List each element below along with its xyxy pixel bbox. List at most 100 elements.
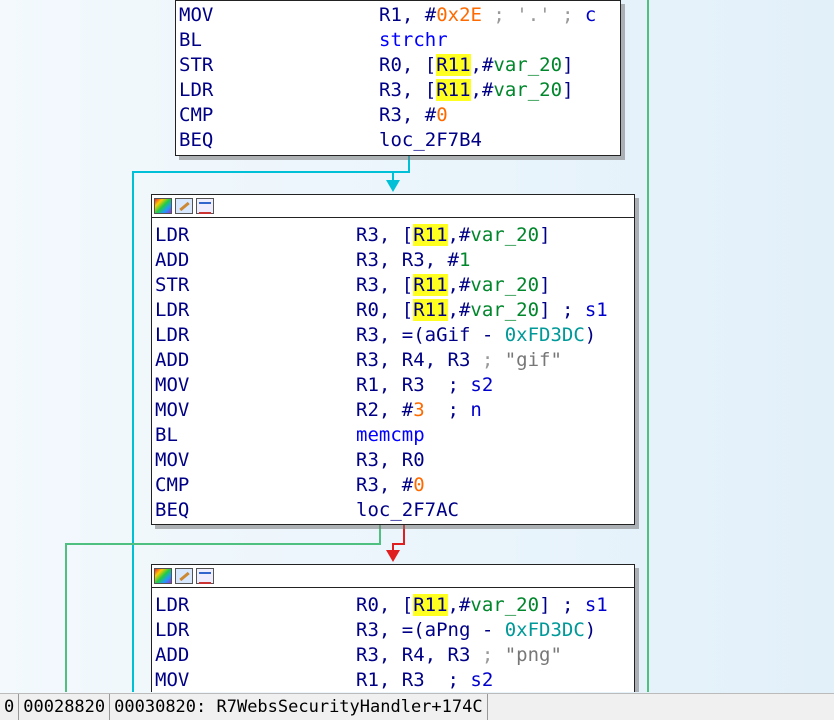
- asm-line[interactable]: MOV R2, #3 ; n: [152, 398, 634, 423]
- asm-line[interactable]: MOV R1, #0x2E ; '.' ; c: [176, 3, 620, 28]
- mnemonic: LDR: [155, 594, 190, 616]
- operands: R3, R4, R3 ; "gif": [356, 348, 562, 373]
- graph-overview-icon[interactable]: [196, 198, 214, 214]
- operand-token[interactable]: strchr: [379, 29, 448, 51]
- operand-token: "gif": [504, 349, 562, 371]
- edge-cyan-arrow: [386, 180, 400, 192]
- asm-line[interactable]: BL strchr: [176, 28, 620, 53]
- status-bar: 0 00028820 00030820: R7WebsSecurityHandl…: [0, 693, 834, 720]
- operands: R3, [R11,#var_20]: [379, 78, 574, 103]
- edit-pencil-icon[interactable]: [175, 198, 193, 214]
- mnemonic: STR: [179, 54, 214, 76]
- mnemonic: LDR: [155, 619, 190, 641]
- operands: R3, #0: [356, 473, 425, 498]
- status-segment-0: 0: [0, 694, 20, 720]
- operands: R3, =(aGif - 0xFD3DC): [356, 323, 596, 348]
- asm-line[interactable]: LDR R3, [R11,#var_20]: [176, 78, 620, 103]
- operand-token: s1: [584, 594, 608, 616]
- asm-line[interactable]: BEQ loc_2F7AC: [152, 498, 634, 523]
- color-palette-icon[interactable]: [154, 568, 172, 584]
- operand-token: 1: [458, 249, 471, 271]
- operand-token: ,#: [447, 594, 471, 616]
- asm-line[interactable]: BEQ loc_2F7B4: [176, 128, 620, 153]
- asm-line[interactable]: ADD R3, R4, R3 ; "png": [152, 643, 634, 668]
- operand-token[interactable]: memcmp: [356, 424, 425, 446]
- basic-block-3[interactable]: LDR R0, [R11,#var_20] ; s1 LDR R3, =(aPng -…: [151, 564, 635, 692]
- operand-token: R0, [: [356, 299, 414, 321]
- edit-pencil-icon[interactable]: [175, 568, 193, 584]
- operands: R3, R4, R3 ; "png": [356, 643, 562, 668]
- operand-token: R3, #: [379, 104, 437, 126]
- operand-token: R3, [: [379, 79, 437, 101]
- asm-line[interactable]: LDR R3, =(aPng - 0xFD3DC): [152, 618, 634, 643]
- asm-line[interactable]: MOV R1, R3 ; s2: [152, 373, 634, 398]
- operand-token: 0x2E: [436, 4, 482, 26]
- operand-token: R0, [: [379, 54, 437, 76]
- asm-line[interactable]: STR R0, [R11,#var_20]: [176, 53, 620, 78]
- operand-token: var_20: [493, 54, 563, 76]
- operand-token: ;: [470, 644, 505, 666]
- status-file-offset: 00028820: [19, 694, 111, 720]
- operand-token: 0: [413, 474, 425, 496]
- asm-line[interactable]: LDR R0, [R11,#var_20] ; s1: [152, 298, 634, 323]
- operand-token: R3, R0: [356, 449, 425, 471]
- operand-token: ]: [562, 79, 574, 101]
- asm-line[interactable]: MOV R1, R3 ; s2: [152, 668, 634, 692]
- operand-token: loc_2F7B4: [379, 129, 482, 151]
- asm-line[interactable]: CMP R3, #0: [176, 103, 620, 128]
- asm-line[interactable]: STR R3, [R11,#var_20]: [152, 273, 634, 298]
- mnemonic: LDR: [155, 299, 190, 321]
- operand-token: ,#: [447, 224, 471, 246]
- operand-token: R3, R3, #: [356, 249, 459, 271]
- operand-token: 0: [436, 104, 448, 126]
- operand-token[interactable]: R11: [436, 54, 471, 76]
- operand-token[interactable]: R11: [413, 594, 448, 616]
- mnemonic: BEQ: [179, 129, 214, 151]
- asm-line[interactable]: LDR R3, =(aGif - 0xFD3DC): [152, 323, 634, 348]
- operand-token: ): [584, 619, 597, 641]
- mnemonic: CMP: [155, 474, 190, 496]
- mnemonic: LDR: [155, 224, 190, 246]
- mnemonic: CMP: [179, 104, 214, 126]
- graph-view[interactable]: MOV R1, #0x2E ; '.' ; c BL strchr STR R0, [R1…: [0, 0, 834, 692]
- asm-line[interactable]: MOV R3, R0: [152, 448, 634, 473]
- operand-token: s2: [470, 669, 494, 691]
- operand-token: c: [584, 4, 597, 26]
- asm-line[interactable]: CMP R3, #0: [152, 473, 634, 498]
- operand-token: s2: [470, 374, 494, 396]
- mnemonic: MOV: [155, 669, 190, 691]
- operand-token: ]: [539, 274, 551, 296]
- color-palette-icon[interactable]: [154, 198, 172, 214]
- operands: R1, R3 ; s2: [356, 373, 493, 398]
- basic-block-1[interactable]: MOV R1, #0x2E ; '.' ; c BL strchr STR R0, [R1…: [175, 0, 621, 156]
- asm-line[interactable]: BL memcmp: [152, 423, 634, 448]
- mnemonic: MOV: [179, 4, 214, 26]
- operand-token[interactable]: R11: [413, 224, 448, 246]
- operand-token: 0xFD3DC: [504, 324, 585, 346]
- asm-line[interactable]: ADD R3, R3, #1: [152, 248, 634, 273]
- asm-line[interactable]: LDR R0, [R11,#var_20] ; s1: [152, 593, 634, 618]
- operand-token: "png": [504, 644, 562, 666]
- mnemonic: BL: [155, 424, 178, 446]
- operand-token: R1, R3 ;: [356, 669, 471, 691]
- edge-red-arrow: [386, 550, 400, 562]
- mnemonic: MOV: [155, 374, 190, 396]
- operand-token[interactable]: R11: [436, 79, 471, 101]
- operands: R3, R0: [356, 448, 425, 473]
- mnemonic: STR: [155, 274, 190, 296]
- operands: memcmp: [356, 423, 425, 448]
- asm-line[interactable]: ADD R3, R4, R3 ; "gif": [152, 348, 634, 373]
- operand-token: 0xFD3DC: [504, 619, 585, 641]
- operand-token[interactable]: R11: [413, 274, 448, 296]
- operand-token: ,#: [470, 54, 494, 76]
- graph-overview-icon[interactable]: [196, 568, 214, 584]
- operand-token: ,#: [470, 79, 494, 101]
- operand-token: ,#: [447, 299, 471, 321]
- operands: strchr: [379, 28, 448, 53]
- basic-block-2[interactable]: LDR R3, [R11,#var_20] ADD R3, R3, #1 STR R3, …: [151, 194, 635, 525]
- operand-token[interactable]: R11: [413, 299, 448, 321]
- asm-line[interactable]: LDR R3, [R11,#var_20]: [152, 223, 634, 248]
- operands: R3, R3, #1: [356, 248, 470, 273]
- operands: R0, [R11,#var_20]: [379, 53, 574, 78]
- operand-token: s1: [584, 299, 608, 321]
